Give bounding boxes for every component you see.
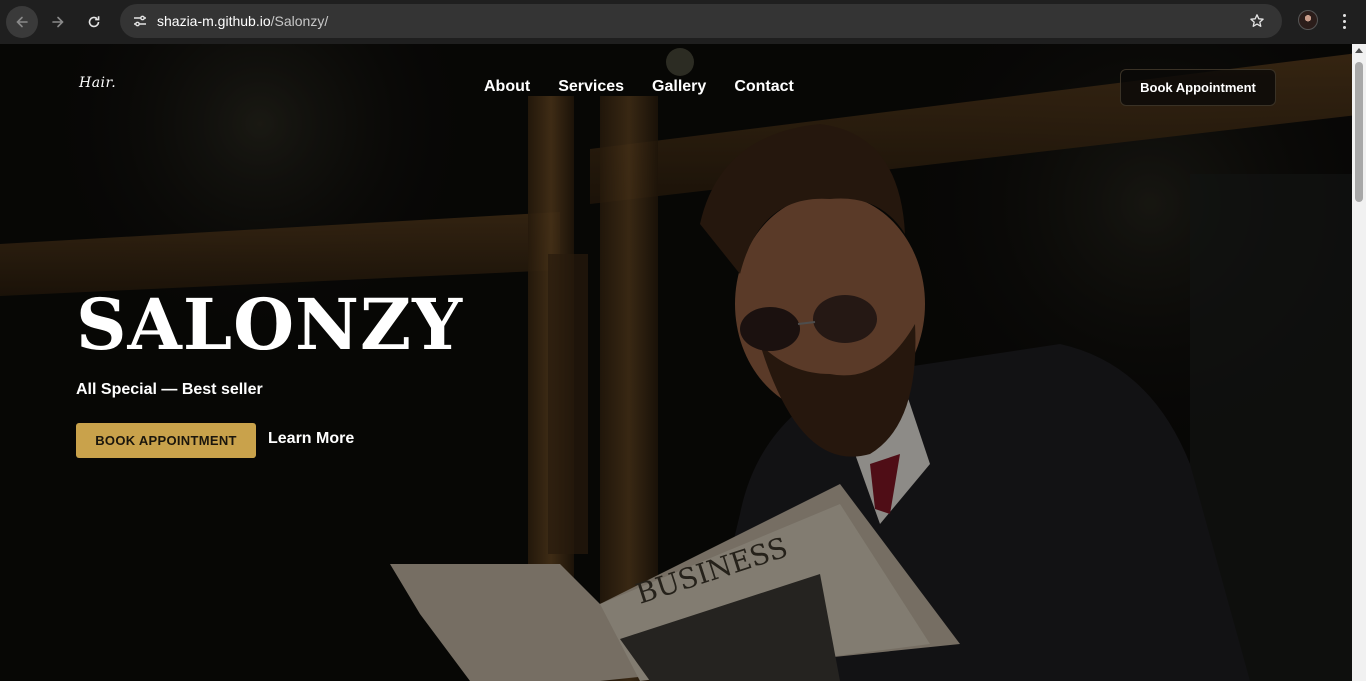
header-book-appointment-button[interactable]: Book Appointment [1120,69,1276,106]
star-icon [1250,14,1264,27]
reload-icon [88,16,100,28]
site-logo[interactable]: Hair. [79,75,116,91]
browser-toolbar: shazia-m.github.io/Salonzy/ [0,0,1366,44]
nav-about-link[interactable]: About [484,78,530,96]
nav-services-link[interactable]: Services [558,78,624,96]
learn-more-link[interactable]: Learn More [268,430,354,448]
nav-gallery-link[interactable]: Gallery [652,78,706,96]
scrollbar-thumb[interactable] [1355,62,1363,202]
url-path: /Salonzy/ [270,13,329,29]
bookmark-button[interactable] [1246,10,1268,32]
arrow-left-icon [16,16,28,28]
address-bar[interactable]: shazia-m.github.io/Salonzy/ [120,4,1282,38]
kebab-menu-icon [1342,13,1346,17]
url-text[interactable]: shazia-m.github.io/Salonzy/ [157,13,328,29]
page-viewport: BUSINESS Hair. About Services Gallery Co… [0,44,1366,681]
page-scrollbar[interactable] [1352,44,1366,681]
url-host: shazia-m.github.io [157,13,271,29]
browser-menu-button[interactable] [1334,9,1354,33]
profile-avatar[interactable] [1298,10,1318,30]
hero-tagline: All Special — Best seller [76,381,263,398]
hero-book-appointment-button[interactable]: BOOK APPOINTMENT [76,423,256,458]
site-info-button[interactable] [128,9,152,33]
tune-icon [134,15,146,27]
nav-contact-link[interactable]: Contact [734,78,794,96]
back-button[interactable] [6,6,38,38]
arrow-right-icon [52,16,64,28]
hero-title: SALONZY [76,283,464,366]
reload-button[interactable] [78,6,110,38]
site-navigation: About Services Gallery Contact [484,78,794,96]
scroll-up-icon[interactable] [1355,48,1363,53]
forward-button[interactable] [42,6,74,38]
